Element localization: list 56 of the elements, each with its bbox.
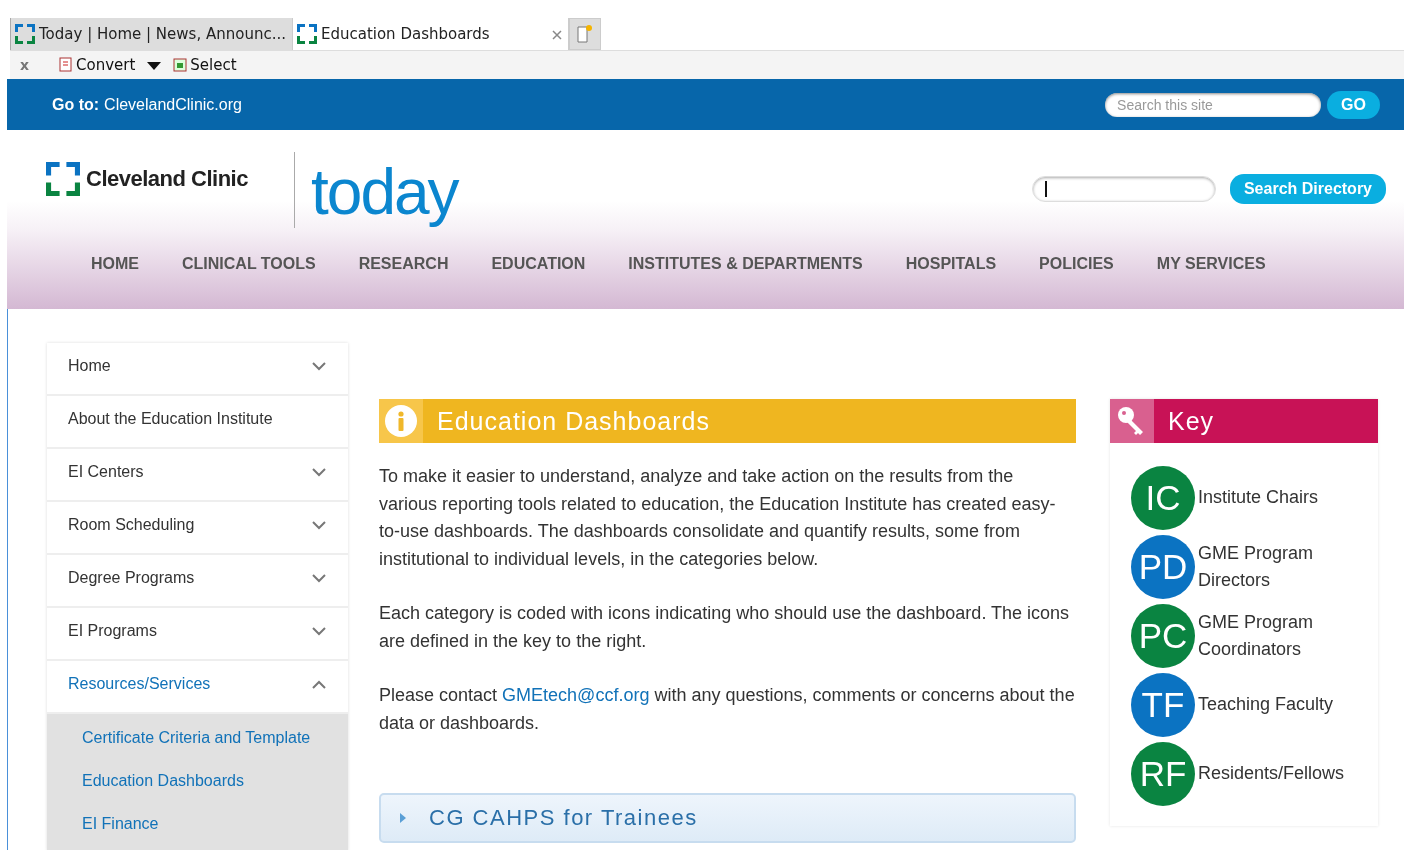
paragraph: Please contact GMEtech@ccf.org with any questions, comments or concerns about the data or dashboards. (379, 684, 1076, 735)
chevron-down-icon[interactable] (312, 626, 326, 636)
nav-link[interactable]: HOME (91, 255, 139, 273)
browser-tab[interactable]: Today | Home | News, Announc... (11, 18, 293, 50)
role-label: GME Program Directors (1198, 541, 1315, 592)
chevron-down-icon[interactable] (312, 520, 326, 530)
nav-link[interactable]: INSTITUTES & DEPARTMENTS (628, 255, 863, 273)
logo-text: Cleveland Clinic (86, 166, 248, 192)
sidebar-item[interactable]: EI Centers (47, 449, 348, 502)
role-label: Teaching Faculty (1198, 693, 1335, 717)
sidebar-item[interactable]: Room Scheduling (47, 502, 348, 555)
role-badge: PD (1131, 535, 1195, 599)
nav-link[interactable]: RESEARCH (358, 255, 449, 273)
nav-link[interactable]: POLICIES (1039, 255, 1114, 273)
nav-link[interactable]: EDUCATION (491, 255, 586, 273)
role-label: Institute Chairs (1198, 486, 1320, 510)
role-badge: PC (1131, 604, 1195, 668)
submenu-link[interactable]: EI Finance (47, 804, 348, 847)
role-label: GME Program Coordinators (1198, 610, 1315, 661)
logo-icon (296, 24, 317, 44)
logo-icon (46, 162, 80, 196)
sidebar-item[interactable]: About the Education Institute (47, 396, 348, 449)
role-badge: TF (1131, 673, 1195, 737)
paragraph: To make it easier to understand, analyze and take action on the results from the various reporting tools related to education, the Education Institute has created easy-to-use dashboards. The dashboards consolidate and quantify results, some from institutional to individual levels, in the categories below. (379, 465, 1057, 571)
new-page-icon[interactable] (575, 24, 594, 44)
role-label: Residents/Fellows (1198, 762, 1346, 786)
chevron-down-icon[interactable] (312, 361, 326, 371)
sidebar-item[interactable]: EI Programs (47, 608, 348, 661)
sidebar-item[interactable]: Resources/Services (47, 661, 348, 714)
article-title: Education Dashboards (437, 406, 710, 436)
chevron-down-icon[interactable] (312, 573, 326, 583)
nav-link[interactable]: MY SERVICES (1156, 255, 1266, 273)
paragraph: Each category is coded with icons indicating who should use the dashboard. The icons are defined in the key to the right. (379, 602, 1071, 653)
convert-button[interactable]: Convert (59, 56, 136, 74)
role-badge: RF (1131, 742, 1195, 806)
select-page-icon[interactable] (173, 57, 190, 73)
submenu-link[interactable]: Education Dashboards (47, 761, 348, 804)
site-link[interactable]: ClevelandClinic.org (104, 95, 242, 114)
accordion-header[interactable]: CG CAHPS for Trainees (379, 793, 1076, 843)
goto-label: Go to: (52, 95, 100, 114)
email-link[interactable]: GMEtech@ccf.org (502, 685, 650, 705)
select-button[interactable]: Select (173, 56, 237, 74)
info-icon (384, 404, 418, 438)
nav-link[interactable]: HOSPITALS (905, 255, 997, 273)
new-tab-button[interactable] (568, 18, 601, 50)
nav-link[interactable]: CLINICAL TOOLS (182, 255, 316, 273)
chevron-down-icon[interactable] (312, 467, 326, 477)
sidebar-item[interactable]: Degree Programs (47, 555, 348, 608)
logo-icon (15, 24, 35, 44)
submenu-link[interactable]: Certificate Criteria and Template (47, 718, 348, 761)
close-button[interactable]: x (20, 57, 30, 73)
key-title: Key (1168, 406, 1215, 436)
chevron-up-icon[interactable] (312, 679, 326, 689)
search-field[interactable]: Search this site (1105, 92, 1322, 117)
sidebar-item[interactable]: Home (47, 343, 348, 396)
role-badge: IC (1131, 466, 1195, 530)
